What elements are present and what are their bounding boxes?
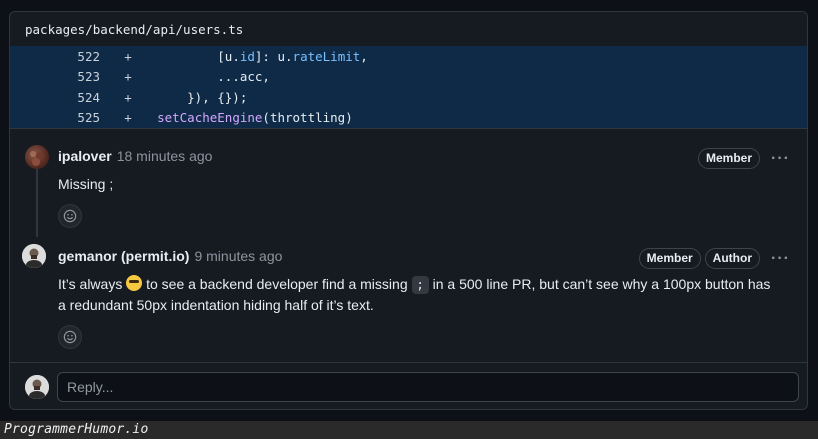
code-token: setCacheEngine xyxy=(157,110,263,126)
code-token: , xyxy=(360,48,368,64)
comment-body: It’s always to see a backend developer f… xyxy=(58,274,777,316)
comment-header: ipalover 18 minutes ago xyxy=(58,148,212,164)
add-reaction-button[interactable] xyxy=(58,204,82,228)
file-path-header[interactable]: packages/backend/api/users.ts xyxy=(10,12,807,46)
file-path[interactable]: packages/backend/api/users.ts xyxy=(25,22,243,37)
author-badge: Author xyxy=(704,248,760,269)
line-number[interactable]: 524 xyxy=(10,90,100,105)
comment-timestamp[interactable]: 9 minutes ago xyxy=(194,248,282,264)
thread-timeline-line xyxy=(36,159,38,237)
code-line[interactable]: 525 + setCacheEngine(throttling) xyxy=(10,107,807,128)
diff-sign: + xyxy=(124,69,132,85)
member-badge: Member xyxy=(638,248,701,269)
add-reaction-button[interactable] xyxy=(58,325,82,349)
avatar[interactable] xyxy=(25,375,49,399)
kebab-icon[interactable]: ··· xyxy=(764,250,790,268)
code-token: ]: u. xyxy=(254,48,293,64)
comment-body-text: It’s always xyxy=(58,276,127,292)
line-number[interactable]: 522 xyxy=(10,49,100,64)
code-token: ...acc, xyxy=(217,69,270,85)
comment-thread: ipalover 18 minutes ago Member ··· Missi… xyxy=(10,128,807,364)
code-token: }), {}); xyxy=(187,89,248,105)
line-number[interactable]: 525 xyxy=(10,110,100,125)
line-code: setCacheEngine(throttling) xyxy=(142,110,353,125)
inline-code: ; xyxy=(411,276,429,294)
reply-input[interactable] xyxy=(57,372,799,402)
comment-timestamp[interactable]: 18 minutes ago xyxy=(117,148,213,164)
comment-badges: Member Author ··· xyxy=(638,248,790,269)
comment-body: Missing ; xyxy=(58,176,114,192)
line-code: ...acc, xyxy=(142,69,270,84)
line-number[interactable]: 523 xyxy=(10,69,100,84)
review-thread-card: packages/backend/api/users.ts 522 + [u.id… xyxy=(9,11,808,410)
code-token: (throttling) xyxy=(262,110,353,126)
line-code: }), {}); xyxy=(142,90,247,105)
code-token: id xyxy=(239,48,255,64)
diff-code: 522 + [u.id]: u.rateLimit, 523 + ...acc, 524… xyxy=(10,46,807,128)
kebab-icon[interactable]: ··· xyxy=(764,150,790,168)
avatar[interactable] xyxy=(25,145,49,169)
comment-author[interactable]: ipalover xyxy=(58,148,112,164)
watermark-bar: ProgrammerHumor.io xyxy=(0,421,818,439)
code-line[interactable]: 523 + ...acc, xyxy=(10,66,807,87)
line-code: [u.id]: u.rateLimit, xyxy=(142,49,368,64)
diff-sign: + xyxy=(124,48,132,64)
comment-header: gemanor (permit.io) 9 minutes ago xyxy=(58,248,282,264)
code-token: rateLimit xyxy=(292,48,361,64)
diff-sign: + xyxy=(124,110,132,126)
avatar[interactable] xyxy=(22,244,46,268)
diff-sign: + xyxy=(124,89,132,105)
code-line[interactable]: 522 + [u.id]: u.rateLimit, xyxy=(10,46,807,67)
code-line[interactable]: 524 + }), {}); xyxy=(10,87,807,108)
reply-bar xyxy=(10,362,807,409)
smiley-icon xyxy=(63,330,77,344)
cowboy-emoji-icon xyxy=(126,275,143,291)
smiley-icon xyxy=(63,209,77,223)
comment-body-text: to see a backend developer find a missin… xyxy=(142,276,412,292)
watermark-text: ProgrammerHumor.io xyxy=(4,422,149,437)
comment-author[interactable]: gemanor (permit.io) xyxy=(58,248,189,264)
code-token: [u. xyxy=(217,48,240,64)
comment-badges: Member ··· xyxy=(697,148,790,169)
member-badge: Member xyxy=(697,148,760,169)
